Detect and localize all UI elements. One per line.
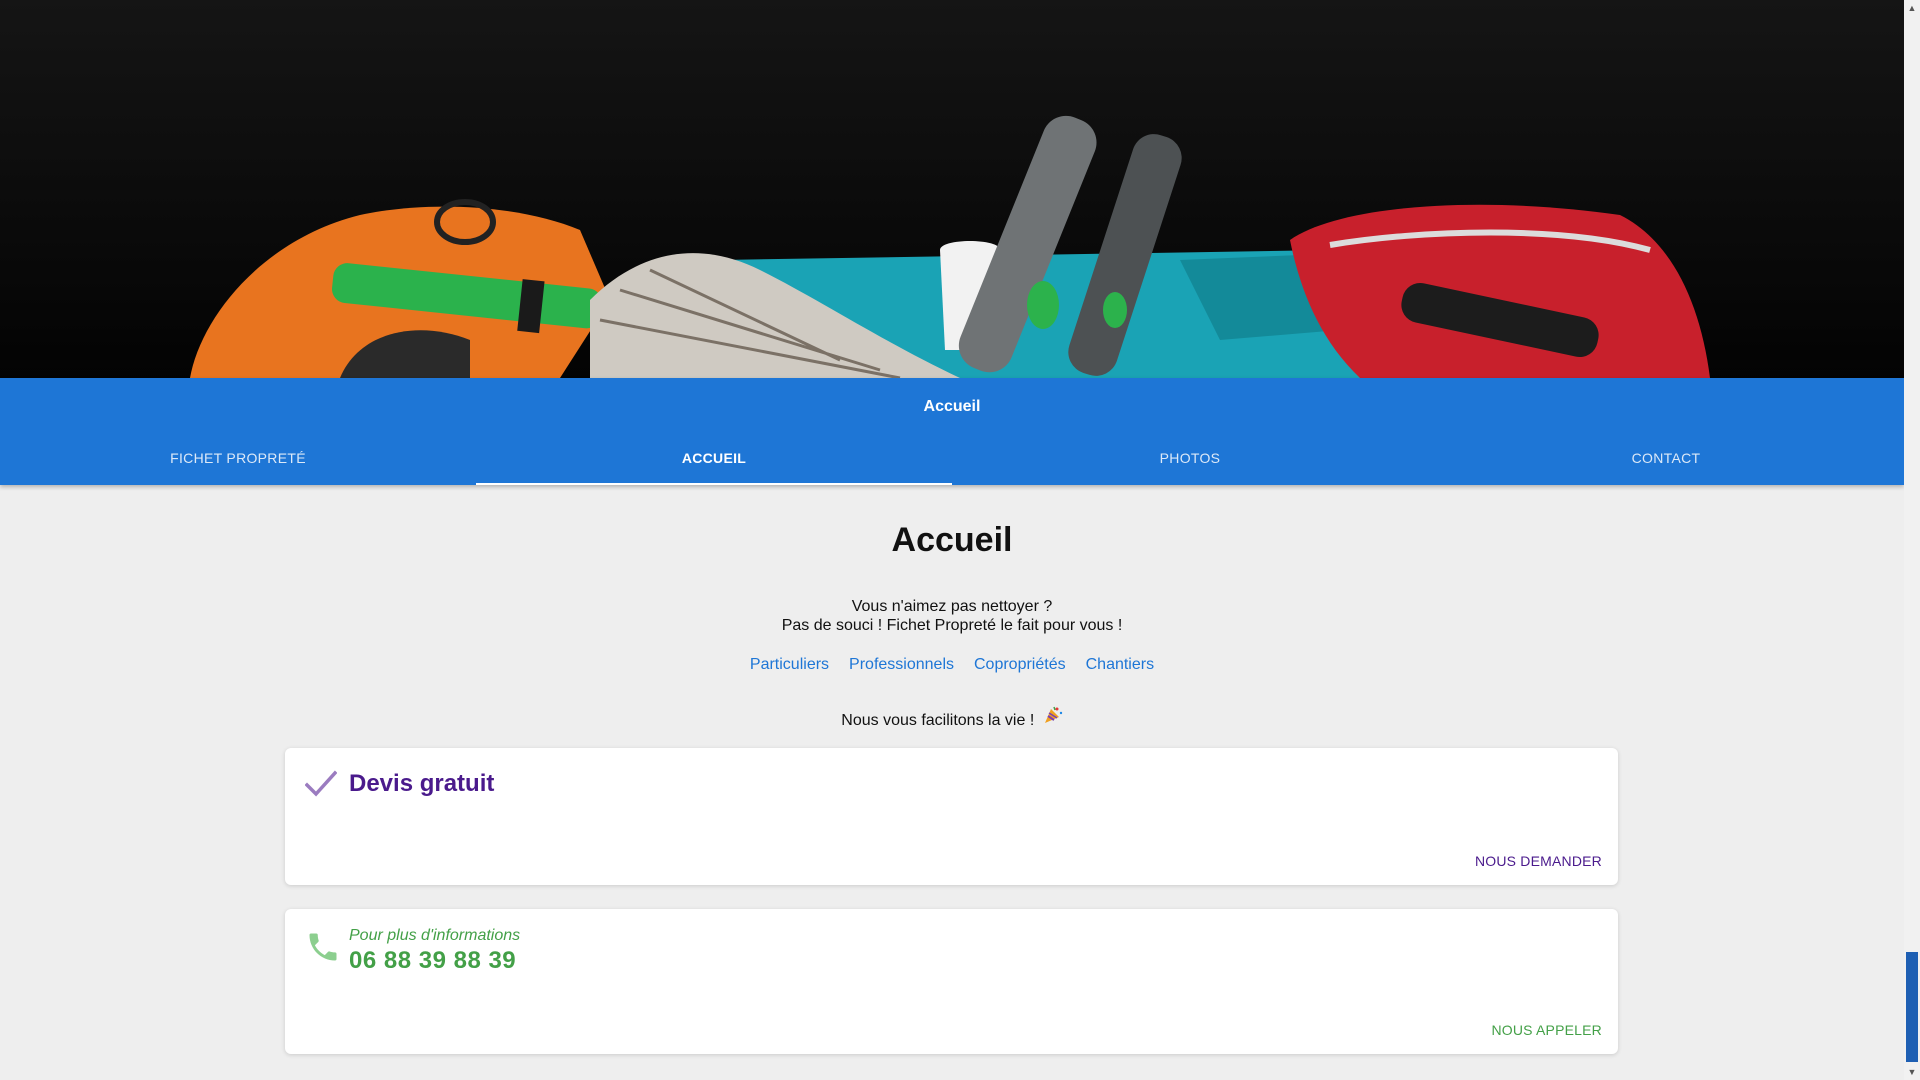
phone-card-subtitle: Pour plus d'informations — [349, 927, 521, 944]
scroll-up-arrow-icon[interactable]: ▲ — [1904, 0, 1920, 16]
check-icon — [304, 770, 338, 803]
hero-image — [0, 0, 1904, 378]
link-particuliers[interactable]: Particuliers — [750, 656, 829, 674]
intro-line-2: Pas de souci ! Fichet Propreté le fait p… — [781, 617, 1123, 634]
scroll-down-arrow-icon[interactable]: ▼ — [1904, 1064, 1920, 1080]
request-quote-button[interactable]: NOUS DEMANDER — [1475, 853, 1602, 869]
free-quote-card: Devis gratuit NOUS DEMANDER — [285, 748, 1618, 885]
link-professionnels[interactable]: Professionnels — [849, 656, 954, 674]
app-bar-title: Accueil — [923, 398, 981, 415]
app-bar: Accueil FICHET PROPRETÉ ACCUEIL PHOTOS C… — [0, 378, 1904, 485]
intro-line-1: Vous n'aimez pas nettoyer ? — [851, 598, 1053, 615]
tab-bar: FICHET PROPRETÉ ACCUEIL PHOTOS CONTACT — [0, 432, 1904, 485]
vertical-scrollbar[interactable]: ▲ ▼ — [1904, 0, 1920, 1080]
tab-contact[interactable]: CONTACT — [1428, 432, 1904, 485]
phone-number: 06 88 39 88 39 — [349, 947, 517, 974]
party-popper-icon — [1043, 705, 1063, 730]
tab-accueil[interactable]: ACCUEIL — [476, 432, 952, 485]
page-title: Accueil — [891, 521, 1013, 559]
link-coproprietes[interactable]: Copropriétés — [974, 656, 1066, 674]
cleaning-tools-illustration — [0, 0, 1904, 378]
phone-icon — [305, 929, 341, 970]
tagline: Nous vous facilitons la vie ! — [0, 705, 1904, 730]
scrollbar-thumb[interactable] — [1906, 952, 1918, 1062]
audience-links: Particuliers Professionnels Copropriétés… — [0, 656, 1904, 674]
link-chantiers[interactable]: Chantiers — [1086, 656, 1154, 674]
call-us-button[interactable]: NOUS APPELER — [1491, 1022, 1602, 1038]
main-content: Accueil Vous n'aimez pas nettoyer ? Pas … — [0, 485, 1904, 1080]
phone-card: Pour plus d'informations 06 88 39 88 39 … — [285, 909, 1618, 1054]
intro-text: Vous n'aimez pas nettoyer ? Pas de souci… — [0, 597, 1904, 635]
tab-photos[interactable]: PHOTOS — [952, 432, 1428, 485]
card-title: Devis gratuit — [349, 770, 495, 797]
tagline-text: Nous vous facilitons la vie ! — [841, 712, 1035, 729]
tab-fichet-proprete[interactable]: FICHET PROPRETÉ — [0, 432, 476, 485]
